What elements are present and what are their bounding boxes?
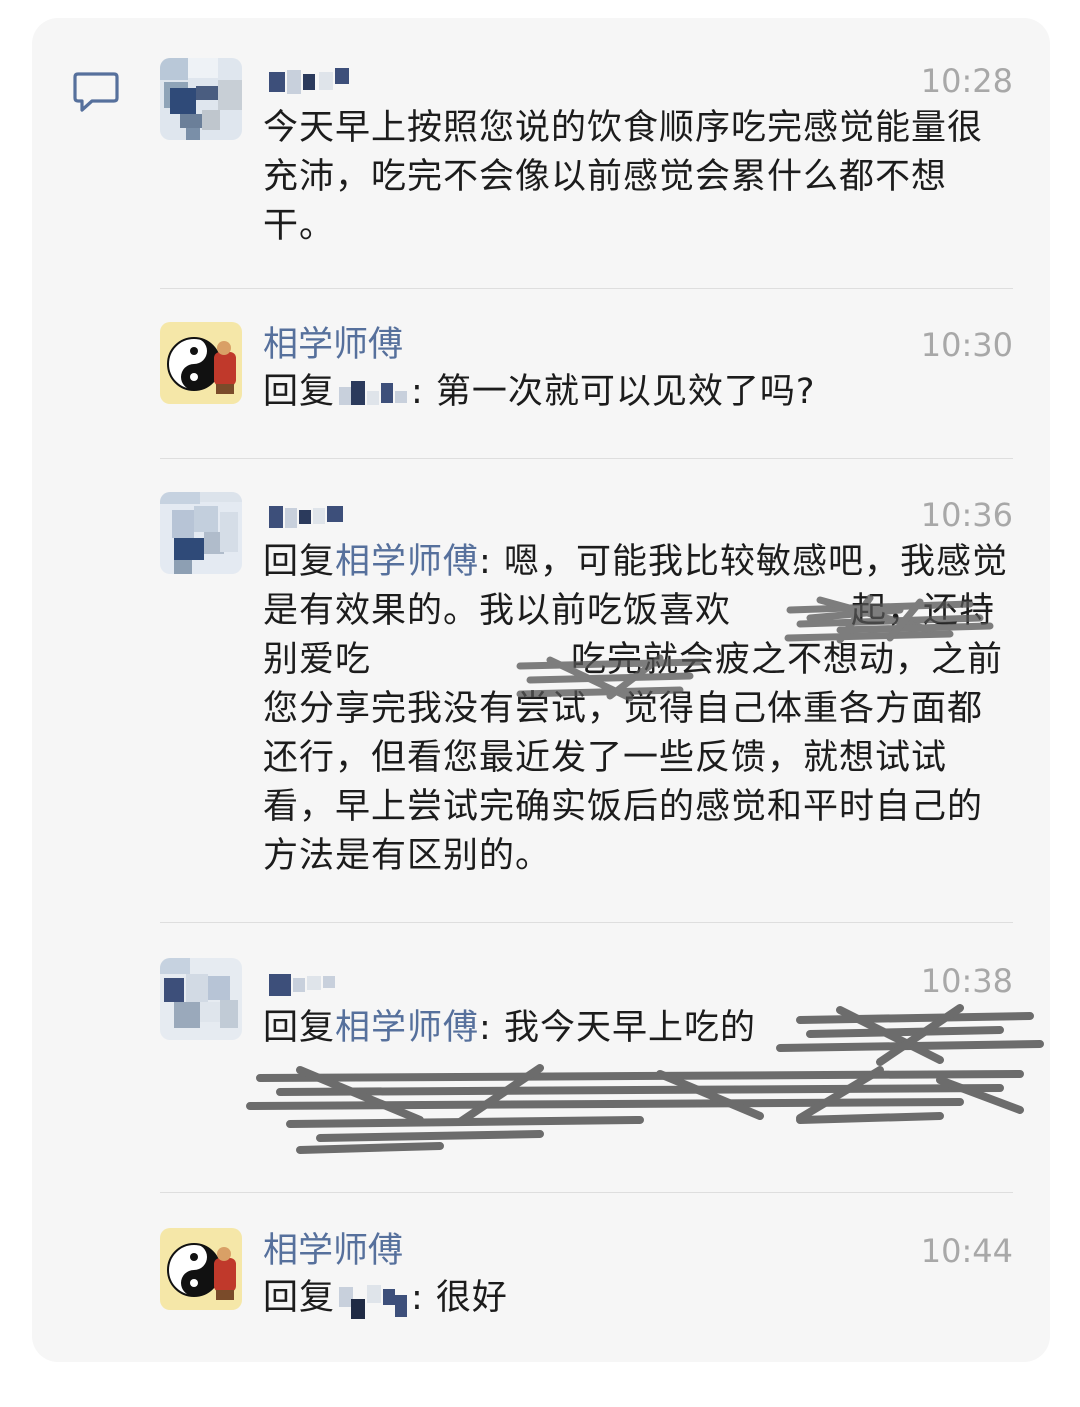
reply-target-blurred[interactable] [335, 1277, 411, 1321]
yin-yang-avatar[interactable] [160, 322, 242, 404]
reply-prefix: 回复 [263, 1278, 336, 1318]
reply-target-name[interactable]: 相学师傅 [335, 1008, 479, 1048]
divider [160, 922, 1013, 923]
divider [160, 1192, 1013, 1193]
divider [160, 458, 1013, 459]
timestamp: 10:28 [920, 62, 1013, 100]
username-blurred[interactable] [263, 58, 353, 104]
comment-bubble-icon[interactable] [72, 70, 120, 114]
comment-item: 10:28 今天早上按照您说的饮食顺序吃完感觉能量很充沛，吃完不会像以前感觉会累… [160, 58, 1015, 258]
reply-text: : 第一次就可以见效了吗? [411, 372, 816, 412]
comment-item: 相学师傅 10:44 回复 : 很好 [160, 1228, 1015, 1338]
reply-target-name[interactable]: 相学师傅 [335, 542, 479, 582]
comment-text: 回复 : 第一次就可以见效了吗? [263, 368, 1011, 417]
user-avatar[interactable] [160, 58, 242, 140]
reply-text-part3: 吃完就会疲之不想动，之前您分享完我没有尝试，觉得自己体重各方面都还行，但看您最近… [263, 640, 1004, 876]
timestamp: 10:44 [920, 1232, 1013, 1270]
yin-yang-avatar[interactable] [160, 1228, 242, 1310]
reply-text: : 很好 [411, 1278, 508, 1318]
timestamp: 10:30 [920, 326, 1013, 364]
reply-prefix: 回复 [263, 372, 336, 412]
author-name[interactable]: 相学师傅 [263, 1228, 403, 1274]
username-blurred[interactable] [263, 492, 353, 538]
comment-text: 回复相学师傅: 我今天早上吃的 [263, 1004, 1011, 1053]
author-name[interactable]: 相学师傅 [263, 322, 403, 368]
divider [160, 288, 1013, 289]
reply-prefix: 回复 [263, 1008, 336, 1048]
comment-item: 10:36 回复相学师傅: 嗯，可能我比较敏感吧，我感觉是有效果的。我以前吃饭喜… [160, 492, 1015, 912]
reply-prefix: 回复 [263, 542, 336, 582]
comment-text: 回复相学师傅: 嗯，可能我比较敏感吧，我感觉是有效果的。我以前吃饭喜欢 起，还特别… [263, 538, 1011, 881]
reply-text: : 我今天早上吃的 [479, 1008, 756, 1048]
comment-item: 10:38 回复相学师傅: 我今天早上吃的 [160, 958, 1015, 1158]
comment-item: 相学师傅 10:30 回复 : 第一次就可以见效了吗? [160, 322, 1015, 442]
timestamp: 10:38 [920, 962, 1013, 1000]
comment-text: 回复 : 很好 [263, 1274, 1011, 1323]
user-avatar[interactable] [160, 492, 242, 574]
reply-target-blurred[interactable] [335, 373, 411, 413]
user-avatar[interactable] [160, 958, 242, 1040]
username-blurred[interactable] [263, 958, 343, 1004]
timestamp: 10:36 [920, 496, 1013, 534]
comment-text: 今天早上按照您说的饮食顺序吃完感觉能量很充沛，吃完不会像以前感觉会累什么都不想干… [263, 108, 984, 246]
